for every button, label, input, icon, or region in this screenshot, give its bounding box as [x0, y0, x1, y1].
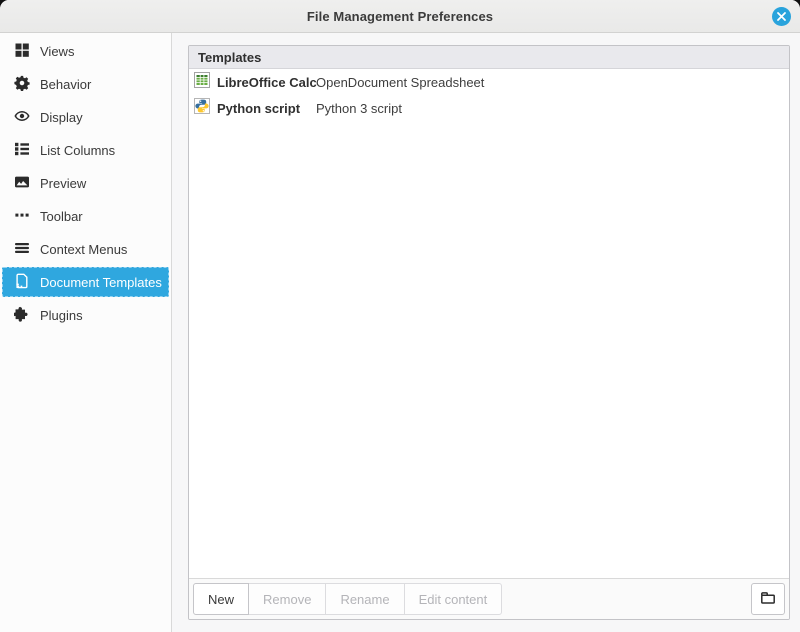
eye-icon	[14, 108, 30, 127]
ellipsis-icon	[14, 207, 30, 226]
edit-content-button[interactable]: Edit content	[404, 583, 503, 615]
template-description: OpenDocument Spreadsheet	[316, 75, 484, 90]
sidebar-item-preview[interactable]: Preview	[2, 168, 169, 198]
sidebar-item-label: Behavior	[40, 77, 91, 92]
grid-icon	[14, 42, 30, 61]
sidebar-item-label: Document Templates	[40, 275, 162, 290]
templates-panel: Templates LibreOffice Calc OpenDocument …	[172, 33, 800, 632]
sidebar-item-toolbar[interactable]: Toolbar	[2, 201, 169, 231]
folder-icon	[760, 590, 776, 609]
document-template-icon	[14, 273, 30, 292]
templates-frame: Templates LibreOffice Calc OpenDocument …	[188, 45, 790, 620]
image-icon	[14, 174, 30, 193]
sidebar-item-list-columns[interactable]: List Columns	[2, 135, 169, 165]
template-row-libreoffice-calc[interactable]: LibreOffice Calc OpenDocument Spreadshee…	[189, 69, 789, 95]
rename-button[interactable]: Rename	[325, 583, 404, 615]
templates-button-group: New Remove Rename Edit content	[193, 583, 502, 615]
remove-button[interactable]: Remove	[248, 583, 326, 615]
sidebar-item-document-templates[interactable]: Document Templates	[2, 267, 169, 297]
sidebar-item-label: Context Menus	[40, 242, 127, 257]
sidebar-item-plugins[interactable]: Plugins	[2, 300, 169, 330]
libreoffice-calc-icon	[194, 72, 217, 93]
list-columns-icon	[14, 141, 30, 160]
sidebar-item-label: Display	[40, 110, 83, 125]
sidebar-item-label: Views	[40, 44, 74, 59]
template-name: Python script	[217, 101, 316, 116]
template-name: LibreOffice Calc	[217, 75, 316, 90]
sidebar-item-label: List Columns	[40, 143, 115, 158]
titlebar[interactable]: File Management Preferences	[0, 0, 800, 33]
templates-list: LibreOffice Calc OpenDocument Spreadshee…	[189, 69, 789, 578]
sidebar-item-label: Toolbar	[40, 209, 83, 224]
python-icon	[194, 98, 217, 119]
template-description: Python 3 script	[316, 101, 402, 116]
sidebar-item-label: Plugins	[40, 308, 83, 323]
sidebar: Views Behavior Display List Columns Prev…	[0, 33, 172, 632]
templates-header-label: Templates	[198, 50, 261, 65]
sidebar-item-display[interactable]: Display	[2, 102, 169, 132]
templates-toolbar: New Remove Rename Edit content	[189, 578, 789, 619]
sidebar-item-label: Preview	[40, 176, 86, 191]
close-icon	[776, 11, 787, 22]
preferences-window: File Management Preferences Views Behavi…	[0, 0, 800, 632]
gear-icon	[14, 75, 30, 94]
sidebar-item-views[interactable]: Views	[2, 36, 169, 66]
templates-header: Templates	[189, 46, 789, 69]
puzzle-icon	[14, 306, 30, 325]
sidebar-item-context-menus[interactable]: Context Menus	[2, 234, 169, 264]
new-button[interactable]: New	[193, 583, 249, 615]
sidebar-item-behavior[interactable]: Behavior	[2, 69, 169, 99]
close-button[interactable]	[772, 7, 791, 26]
menu-lines-icon	[14, 240, 30, 259]
window-title: File Management Preferences	[307, 9, 493, 24]
template-row-python-script[interactable]: Python script Python 3 script	[189, 95, 789, 121]
open-templates-folder-button[interactable]	[751, 583, 785, 615]
